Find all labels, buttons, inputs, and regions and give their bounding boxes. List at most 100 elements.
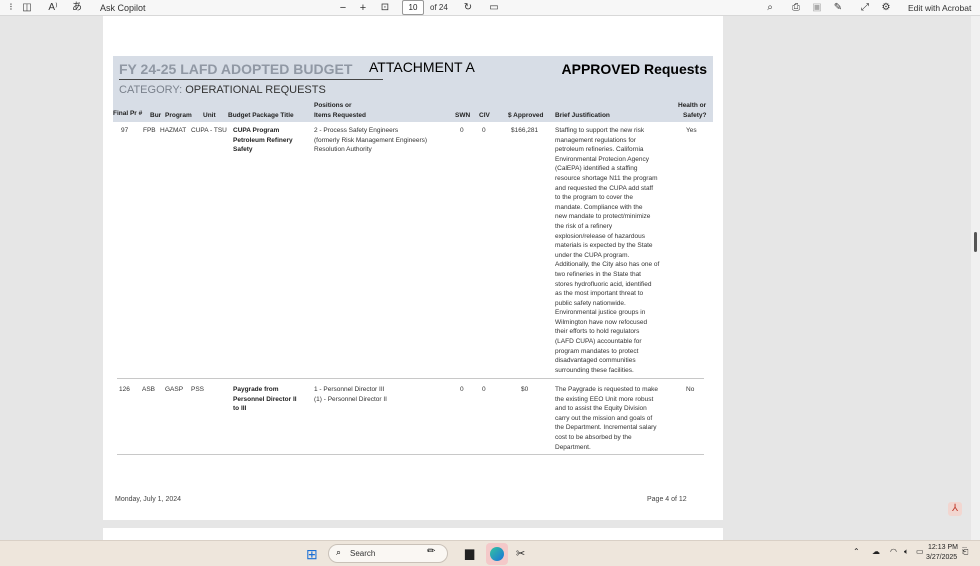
search-icon[interactable]: ⌕ bbox=[763, 1, 777, 15]
title-underline bbox=[119, 79, 383, 80]
justification-line: cost to be absorbed by the bbox=[555, 433, 632, 441]
edit-with-acrobat-button[interactable]: Edit with Acrobat bbox=[908, 1, 971, 15]
row-swn: 0 bbox=[460, 386, 464, 393]
col-program: Program bbox=[165, 112, 192, 119]
notifications-icon[interactable]: ⎗ bbox=[962, 547, 968, 557]
row-health-safety: No bbox=[686, 386, 695, 393]
justification-line: stores hydrofluoric acid, identified bbox=[555, 280, 652, 288]
justification-line: (LAFD CUPA) accountable for bbox=[555, 338, 642, 346]
justification-line: the risk of a refinery bbox=[555, 222, 613, 230]
col-positions-2: Items Requested bbox=[314, 112, 367, 119]
taskbar: ⊞ ⌕ Search ✏ ▆ ✂ ⌃ ☁ ◠ 🔈︎ ▭ 12:13 PM 3/2… bbox=[0, 540, 980, 566]
print-icon[interactable]: ⎙ bbox=[789, 1, 803, 15]
ask-copilot-button[interactable]: Ask Copilot bbox=[100, 1, 146, 15]
justification-line: to the program to cover the bbox=[555, 194, 634, 202]
row-civ: 0 bbox=[482, 386, 486, 393]
row-approved: $0 bbox=[521, 386, 529, 393]
justification-line: and requested the CUPA add staff bbox=[555, 184, 654, 192]
battery-icon[interactable]: ▭ bbox=[916, 547, 924, 556]
justification-line: public safety nationwide. bbox=[555, 299, 626, 307]
search-highlight-icon: ✏ bbox=[427, 546, 436, 557]
task-view-icon[interactable]: ▆ bbox=[465, 546, 474, 560]
col-unit: Unit bbox=[203, 112, 216, 119]
draw-icon[interactable]: ✎ bbox=[831, 1, 845, 15]
col-bur: Bur bbox=[150, 112, 162, 119]
row-position-line: (1) - Personnel Director II bbox=[314, 395, 387, 403]
justification-line: the Department. Incremental salary bbox=[555, 424, 657, 432]
justification-line: and to assist the Equity Division bbox=[555, 405, 647, 413]
zoom-in-button[interactable]: + bbox=[356, 1, 370, 15]
row-bur: FPB bbox=[143, 127, 156, 134]
approved-requests-title: APPROVED Requests bbox=[561, 61, 707, 77]
col-civ: CIV bbox=[479, 112, 490, 119]
clock-time[interactable]: 12:13 PM bbox=[928, 544, 958, 551]
zoom-out-button[interactable]: − bbox=[336, 1, 350, 15]
col-health-2: Safety? bbox=[683, 112, 707, 119]
search-icon: ⌕ bbox=[336, 547, 342, 557]
justification-line: their efforts to hold regulators bbox=[555, 328, 640, 336]
vertical-scrollbar[interactable] bbox=[971, 16, 980, 540]
row-title-line: CUPA Program bbox=[233, 127, 280, 134]
search-placeholder: Search bbox=[350, 549, 376, 558]
justification-line: two refineries in the State that bbox=[555, 270, 641, 278]
settings-icon[interactable]: ⚙ bbox=[879, 1, 893, 15]
toc-icon[interactable]: ⁝ bbox=[4, 1, 18, 15]
col-budget-package: Budget Package Title bbox=[228, 112, 294, 119]
fullscreen-icon[interactable]: ⤢ bbox=[858, 1, 872, 15]
col-final-pr: Final Pr # bbox=[113, 110, 143, 117]
fit-page-icon[interactable]: ⊡ bbox=[378, 1, 392, 15]
category-value: OPERATIONAL REQUESTS bbox=[185, 84, 326, 96]
next-pdf-page bbox=[103, 528, 723, 540]
justification-line: (CalEPA) identified a staffing bbox=[555, 165, 638, 173]
row-program: HAZMAT bbox=[160, 127, 187, 134]
justification-line: under the CUPA program. bbox=[555, 251, 630, 259]
col-health-1: Health or bbox=[678, 102, 707, 109]
windows-start-icon[interactable]: ⊞ bbox=[306, 546, 318, 563]
acrobat-icon[interactable]: ⅄ bbox=[948, 502, 962, 516]
row-justification: Staffing to support the new risk manageme… bbox=[555, 126, 659, 375]
wifi-icon[interactable]: ◠ bbox=[890, 547, 897, 556]
row-position-line: Resolution Authority bbox=[314, 146, 372, 154]
taskbar-search[interactable]: ⌕ Search ✏ bbox=[328, 544, 448, 563]
sidebar-icon[interactable]: ◫ bbox=[20, 1, 34, 15]
snip-icon[interactable]: ✂ bbox=[516, 547, 525, 560]
page-number-input[interactable]: 10 bbox=[402, 0, 424, 15]
justification-line: the existing EEO Unit more robust bbox=[555, 395, 654, 403]
edge-icon[interactable] bbox=[486, 543, 508, 565]
row-title-line: Paygrade from bbox=[233, 386, 279, 393]
footer-date: Monday, July 1, 2024 bbox=[115, 496, 182, 503]
row-swn: 0 bbox=[460, 127, 464, 134]
row-final-pr: 126 bbox=[119, 386, 130, 393]
pdf-page: FY 24-25 LAFD ADOPTED BUDGET ATTACHMENT … bbox=[103, 16, 723, 520]
justification-line: as the most important threat to bbox=[555, 290, 644, 298]
justification-line: petroleum refineries. California bbox=[555, 146, 644, 154]
row-bur: ASB bbox=[142, 386, 156, 393]
scrollbar-thumb[interactable] bbox=[974, 232, 977, 252]
rotate-icon[interactable]: ↻ bbox=[461, 1, 475, 15]
category-line: CATEGORY: OPERATIONAL REQUESTS bbox=[119, 84, 326, 96]
two-page-icon[interactable]: ▭ bbox=[487, 1, 501, 15]
col-swn: SWN bbox=[455, 112, 471, 119]
justification-line: materials is expected by the State bbox=[555, 242, 653, 250]
row-title-line: Petroleum Refinery bbox=[233, 136, 293, 144]
translate-icon[interactable]: あ bbox=[70, 1, 84, 15]
row-civ: 0 bbox=[482, 127, 486, 134]
document-viewer: FY 24-25 LAFD ADOPTED BUDGET ATTACHMENT … bbox=[0, 16, 980, 540]
justification-line: carry out the mission and goals of bbox=[555, 414, 653, 422]
row-title-line: Personnel Director II bbox=[233, 395, 297, 403]
cloud-icon[interactable]: ☁ bbox=[872, 547, 880, 556]
row-title-line: to III bbox=[233, 405, 247, 413]
read-aloud-icon[interactable]: A⁾ bbox=[46, 1, 60, 15]
col-justification: Brief Justification bbox=[555, 112, 610, 119]
justification-line: mandate. Compliance with the bbox=[555, 203, 643, 211]
justification-line: Staffing to support the new risk bbox=[555, 127, 645, 134]
volume-icon[interactable]: 🔈︎ bbox=[904, 547, 909, 557]
justification-line: new mandate to protect/minimize bbox=[555, 213, 651, 221]
clock-date[interactable]: 3/27/2025 bbox=[926, 554, 957, 561]
save-icon[interactable]: ▣ bbox=[810, 1, 824, 15]
justification-line: Environmental Protecion Agency bbox=[555, 155, 649, 163]
justification-line: disadvantaged communities bbox=[555, 357, 636, 365]
chevron-up-icon[interactable]: ⌃ bbox=[853, 547, 860, 556]
pdf-toolbar: ⁝ ◫ A⁾ あ Ask Copilot − + ⊡ 10 of 24 ↻ ▭ … bbox=[0, 0, 980, 16]
row-divider bbox=[117, 454, 704, 455]
